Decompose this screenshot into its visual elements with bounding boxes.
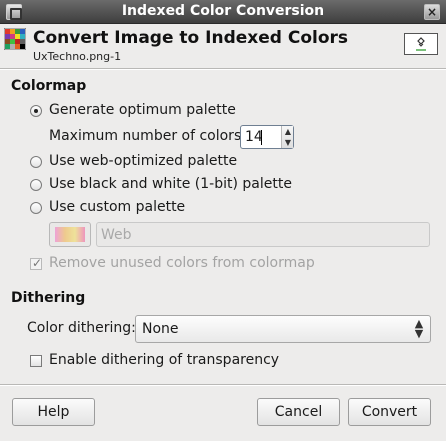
dither-transparency-checkbox[interactable]	[30, 355, 42, 367]
remove-unused-label: Remove unused colors from colormap	[49, 255, 315, 271]
window-title: Indexed Color Conversion	[121, 3, 325, 19]
chevron-up-icon[interactable]: ▲	[282, 126, 294, 137]
option-label-bw: Use black and white (1-bit) palette	[49, 176, 292, 192]
dialog-title: Convert Image to Indexed Colors	[33, 28, 349, 48]
close-icon[interactable]: ×	[424, 4, 440, 20]
custom-palette-field[interactable]: Web	[96, 222, 430, 247]
window-titlebar: Indexed Color Conversion ×	[0, 0, 446, 24]
radio-custom-palette[interactable]	[30, 202, 42, 214]
option-label-web: Use web-optimized palette	[49, 153, 238, 169]
radio-web-palette[interactable]	[30, 156, 42, 168]
radio-bw-palette[interactable]	[30, 179, 42, 191]
dithering-heading: Dithering	[11, 290, 86, 306]
colormap-heading: Colormap	[11, 78, 87, 94]
palette-swatch-icon	[55, 227, 85, 242]
option-label-optimum: Generate optimum palette	[49, 102, 236, 118]
thumbnail-preview-icon	[416, 37, 426, 51]
cancel-button[interactable]: Cancel	[257, 398, 340, 426]
color-dithering-value: None	[142, 321, 179, 337]
remove-unused-checkbox[interactable]	[30, 256, 43, 270]
header-separator	[0, 68, 446, 70]
color-dithering-select[interactable]: None ▲ ▼	[135, 315, 431, 343]
option-label-custom: Use custom palette	[49, 199, 186, 215]
color-dithering-label: Color dithering:	[27, 320, 136, 336]
footer-separator	[0, 384, 446, 386]
convert-button[interactable]: Convert	[348, 398, 431, 426]
image-name: UxTechno.png-1	[33, 50, 122, 63]
max-colors-label: Maximum number of colors:	[49, 128, 246, 144]
custom-palette-button[interactable]	[49, 222, 91, 247]
dither-transparency-label: Enable dithering of transparency	[49, 352, 280, 368]
spin-arrows: ▲ ▼	[281, 126, 293, 148]
text-cursor	[261, 130, 262, 145]
radio-optimum-palette[interactable]	[30, 105, 42, 117]
select-arrows-icon: ▲ ▼	[414, 317, 424, 340]
chevron-down-icon[interactable]: ▼	[282, 137, 294, 148]
indexed-palette-icon	[4, 28, 26, 50]
image-thumbnail	[404, 33, 438, 55]
help-button[interactable]: Help	[12, 398, 95, 426]
max-colors-spinbutton[interactable]: 14 ▲ ▼	[240, 125, 294, 149]
